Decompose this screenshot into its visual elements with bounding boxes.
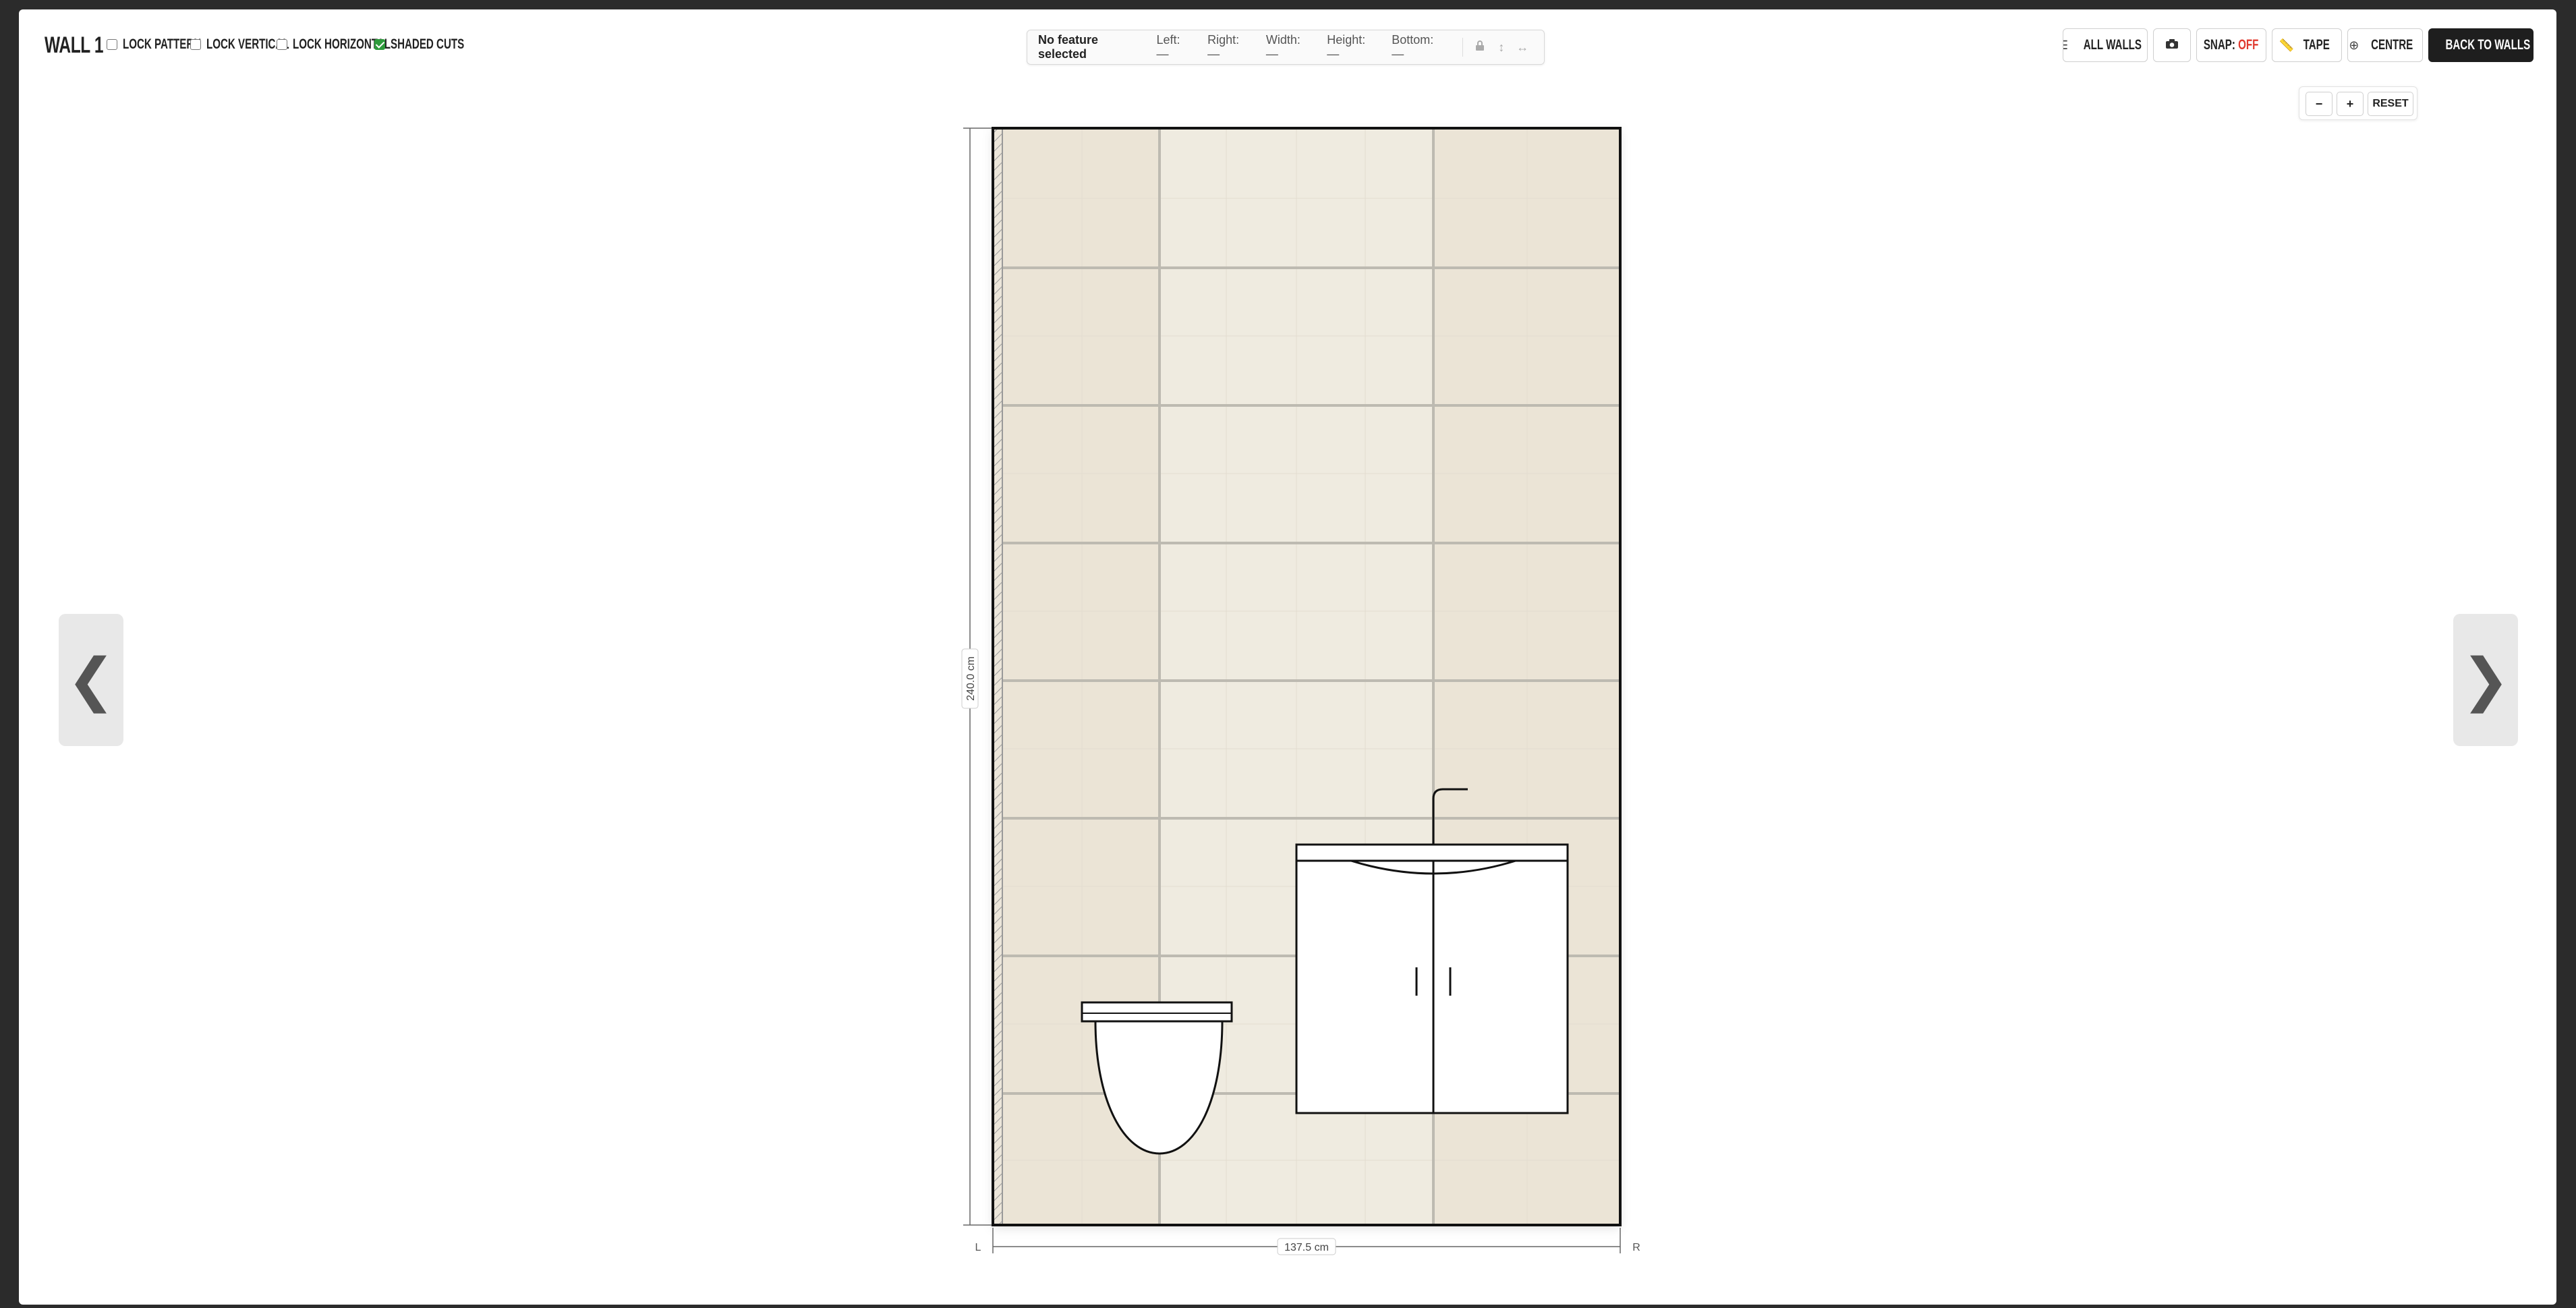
zoom-out-button[interactable]: − bbox=[2306, 92, 2332, 116]
zoom-in-button[interactable]: + bbox=[2337, 92, 2364, 116]
lock-pattern-box[interactable] bbox=[107, 39, 117, 50]
back-to-walls-button[interactable]: ✕ BACK TO WALLS bbox=[2428, 28, 2534, 62]
shaded-cuts-checkbox[interactable]: SHADED CUTS bbox=[374, 36, 493, 53]
previous-wall-button[interactable]: ❮ bbox=[59, 614, 123, 746]
width-dimension: 137.5 cm L R bbox=[975, 1228, 1640, 1255]
horizontal-arrows-icon[interactable]: ↔ bbox=[1512, 40, 1533, 55]
vertical-arrows-icon[interactable]: ↕ bbox=[1491, 40, 1512, 55]
bottom-measure: Bottom: — bbox=[1392, 33, 1434, 61]
centre-button[interactable]: ⊕ CENTRE bbox=[2347, 28, 2423, 62]
left-measure: Left: — bbox=[1156, 33, 1180, 61]
tape-button[interactable]: 📏 TAPE bbox=[2272, 28, 2342, 62]
right-marker: R bbox=[1632, 1242, 1640, 1253]
lock-vertical-box[interactable] bbox=[190, 39, 201, 50]
lock-horizontal-box[interactable] bbox=[277, 39, 287, 50]
left-marker: L bbox=[975, 1242, 981, 1253]
shaded-cut-strip bbox=[994, 130, 1002, 1225]
ruler-icon: 📏 bbox=[2279, 38, 2294, 52]
height-label: 240.0 cm bbox=[965, 656, 977, 701]
divider bbox=[1462, 38, 1463, 57]
snap-state: OFF bbox=[2238, 37, 2259, 53]
list-icon: ☰ bbox=[2063, 38, 2068, 53]
zoom-controls: − + RESET bbox=[2299, 86, 2417, 120]
wall-elevation[interactable]: 240.0 cm 137.5 cm L R bbox=[943, 116, 1658, 1263]
selection-status: No feature selected bbox=[1038, 33, 1099, 61]
all-walls-button[interactable]: ☰ ALL WALLS bbox=[2063, 28, 2148, 62]
crosshair-icon: ⊕ bbox=[2349, 38, 2359, 52]
width-label: 137.5 cm bbox=[1284, 1242, 1329, 1253]
feature-info-panel: No feature selected Left: — Right: — Wid… bbox=[1027, 30, 1545, 65]
camera-button[interactable] bbox=[2153, 28, 2191, 62]
next-wall-button[interactable]: ❯ bbox=[2453, 614, 2518, 746]
snap-toggle-button[interactable]: SNAP: OFF bbox=[2196, 28, 2266, 62]
lock-icon[interactable] bbox=[1470, 40, 1491, 55]
camera-icon bbox=[2165, 37, 2179, 53]
chevron-left-icon: ❮ bbox=[66, 648, 116, 712]
zoom-reset-button[interactable]: RESET bbox=[2368, 92, 2413, 116]
chevron-right-icon: ❯ bbox=[2461, 648, 2511, 712]
height-measure: Height: — bbox=[1327, 33, 1366, 61]
editor-frame: WALL 1 LOCK PATTERN LOCK VERTICAL LOCK H… bbox=[19, 9, 2556, 1305]
right-measure: Right: — bbox=[1207, 33, 1240, 61]
width-measure: Width: — bbox=[1265, 33, 1300, 61]
height-dimension: 240.0 cm bbox=[961, 127, 992, 1226]
shaded-cuts-box[interactable] bbox=[374, 39, 385, 50]
